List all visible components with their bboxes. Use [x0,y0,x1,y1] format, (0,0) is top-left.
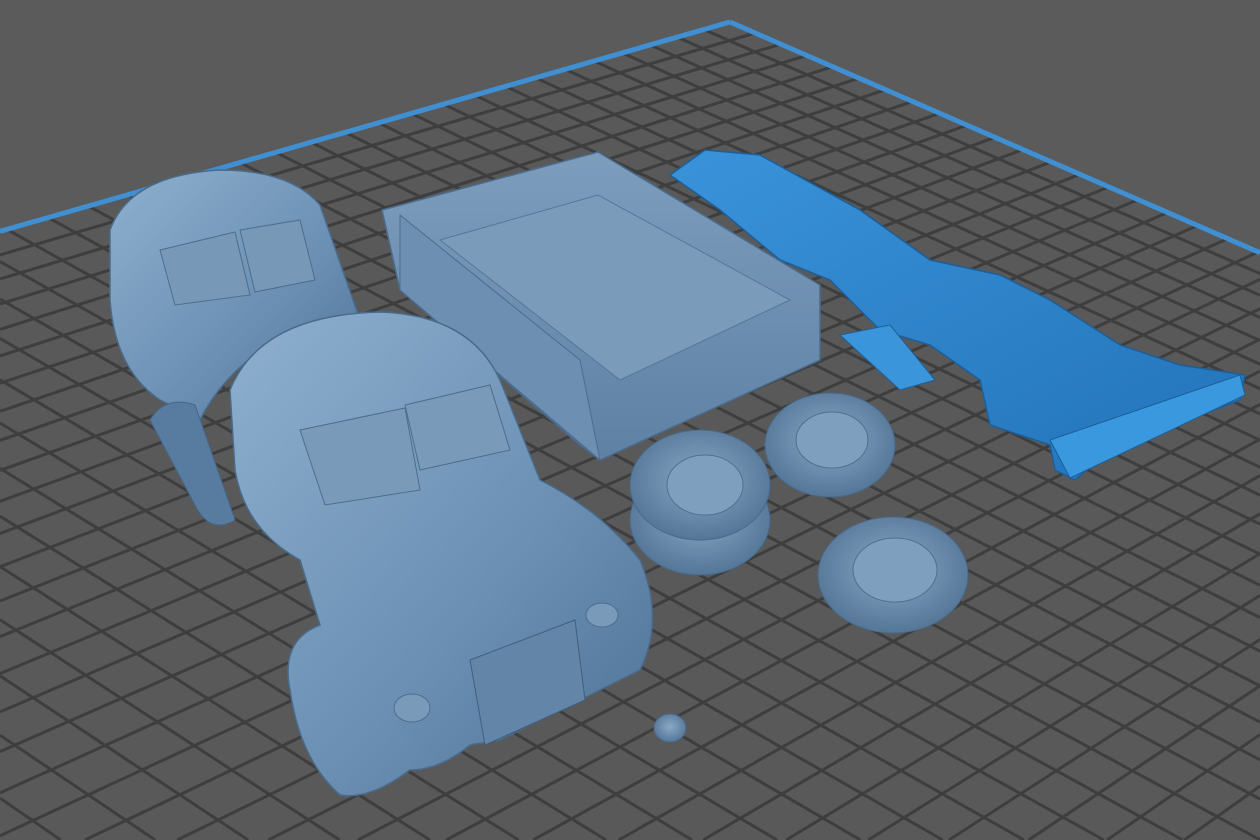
wheel-model[interactable] [817,516,969,634]
3d-viewport[interactable] [0,0,1260,840]
wheel-model[interactable] [764,392,896,498]
wheel-model-stack[interactable] [629,429,771,576]
headlight-part-model[interactable] [653,713,687,743]
scene-canvas[interactable] [0,0,1260,840]
